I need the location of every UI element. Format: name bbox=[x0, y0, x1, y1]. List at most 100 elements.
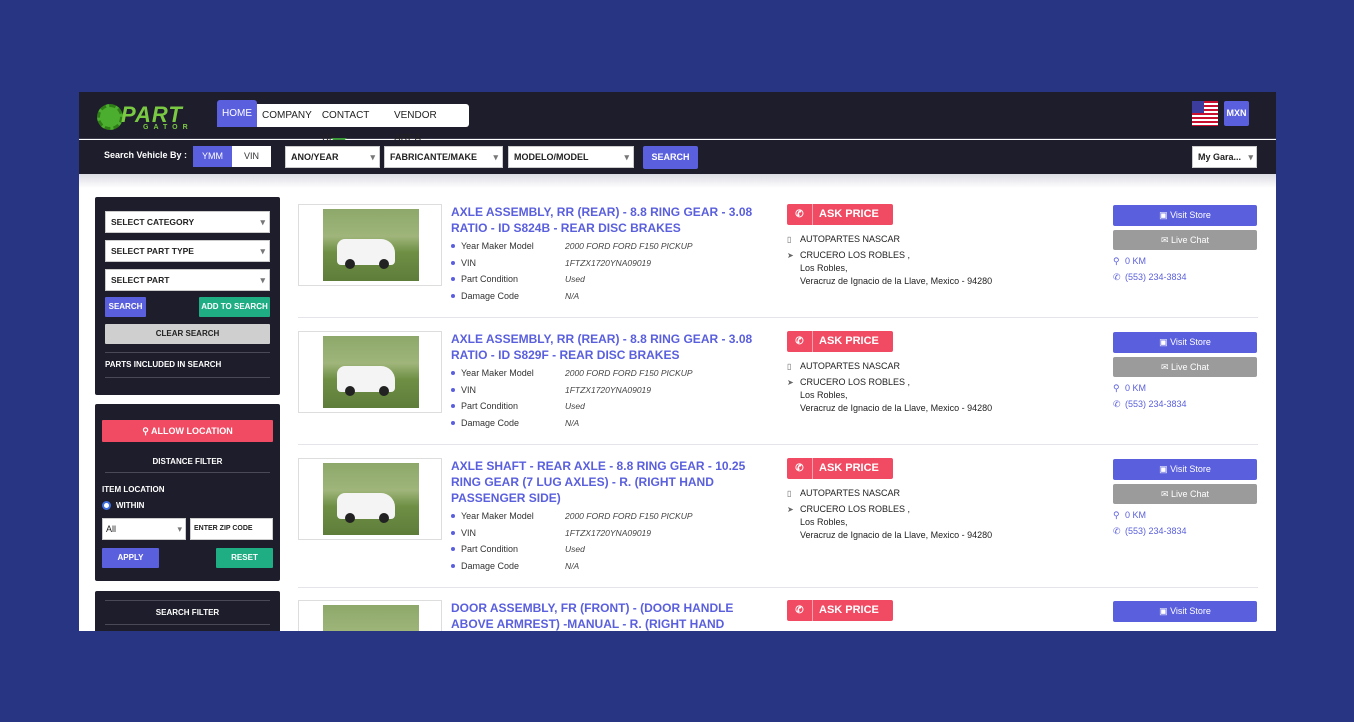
live-chat-button[interactable]: ✉ Live Chat bbox=[1113, 484, 1257, 504]
select-part-type[interactable]: SELECT PART TYPE bbox=[105, 240, 270, 262]
listing-title[interactable]: AXLE ASSEMBLY, RR (REAR) - 8.8 RING GEAR… bbox=[451, 331, 766, 363]
listing-title[interactable]: AXLE SHAFT - REAR AXLE - 8.8 RING GEAR -… bbox=[451, 458, 766, 506]
listing-title[interactable]: DOOR ASSEMBLY, FR (FRONT) - (DOOR HANDLE… bbox=[451, 600, 766, 631]
visit-store-button[interactable]: ▣ Visit Store bbox=[1113, 459, 1257, 480]
ask-price-label: ASK PRICE bbox=[819, 462, 879, 474]
distance-select[interactable]: All ▾ bbox=[102, 518, 186, 540]
spec-value: Used bbox=[565, 401, 585, 411]
within-radio[interactable] bbox=[102, 501, 111, 510]
address-line: Los Robles, bbox=[800, 517, 848, 527]
allow-location-button[interactable]: ⚲ ALLOW LOCATION bbox=[102, 420, 273, 442]
part-photo bbox=[323, 209, 419, 281]
model-select[interactable]: MODELO/MODEL bbox=[508, 146, 634, 168]
spec-value: 1FTZX1720YNA09019 bbox=[565, 528, 651, 538]
nav-contact-us[interactable]: CONTACT US bbox=[317, 104, 389, 144]
make-select[interactable]: FABRICANTE/MAKE bbox=[384, 146, 503, 168]
us-flag-icon[interactable] bbox=[1192, 101, 1218, 126]
ask-price-button[interactable]: ✆ ASK PRICE bbox=[787, 458, 893, 479]
reset-button[interactable]: RESET bbox=[216, 548, 273, 568]
spec-line: Damage Code N/A bbox=[451, 561, 579, 571]
distance-select-value: All bbox=[106, 524, 117, 534]
divider bbox=[105, 624, 270, 625]
ask-price-button[interactable]: ✆ ASK PRICE bbox=[787, 331, 893, 352]
listing-row: DOOR ASSEMBLY, FR (FRONT) - (DOOR HANDLE… bbox=[298, 600, 1258, 631]
spec-label: Damage Code bbox=[461, 291, 520, 301]
part-thumbnail[interactable] bbox=[298, 204, 442, 286]
chevron-down-icon: ▾ bbox=[177, 524, 182, 534]
spec-label: Damage Code bbox=[461, 561, 520, 571]
nav-company[interactable]: COMPANY bbox=[257, 104, 317, 127]
toggle-vin[interactable]: VIN bbox=[232, 146, 271, 167]
spec-line: Part Condition Used bbox=[451, 544, 585, 554]
parts-included-label: PARTS INCLUDED IN SEARCH bbox=[105, 360, 222, 369]
phone-line[interactable]: ✆ (553) 234-3834 bbox=[1113, 526, 1187, 537]
spec-line: VIN 1FTZX1720YNA09019 bbox=[451, 258, 651, 268]
visit-store-button[interactable]: ▣ Visit Store bbox=[1113, 205, 1257, 226]
address-line: CRUCERO LOS ROBLES , bbox=[800, 250, 911, 260]
search-filter-label: SEARCH FILTER bbox=[155, 608, 220, 617]
my-garage-select[interactable]: My Gara... bbox=[1192, 146, 1257, 168]
address-line: Los Robles, bbox=[800, 390, 848, 400]
phone-line[interactable]: ✆ (553) 234-3834 bbox=[1113, 272, 1187, 283]
apply-button[interactable]: APPLY bbox=[102, 548, 159, 568]
listing-row: AXLE SHAFT - REAR AXLE - 8.8 RING GEAR -… bbox=[298, 458, 1258, 588]
year-select[interactable]: ANO/YEAR bbox=[285, 146, 380, 168]
phone-icon: ✆ bbox=[787, 600, 813, 621]
item-location-label: ITEM LOCATION bbox=[102, 485, 165, 494]
toggle-ymm[interactable]: YMM bbox=[193, 146, 232, 167]
sidebar-search-button[interactable]: SEARCH bbox=[105, 297, 146, 317]
part-thumbnail[interactable] bbox=[298, 600, 442, 631]
address-line: Los Robles, bbox=[800, 263, 848, 273]
spec-value: Used bbox=[565, 274, 585, 284]
divider bbox=[105, 377, 270, 378]
part-thumbnail[interactable] bbox=[298, 331, 442, 413]
within-label: WITHIN bbox=[116, 501, 145, 510]
ask-price-button[interactable]: ✆ ASK PRICE bbox=[787, 204, 893, 225]
location-arrow-icon: ➤ bbox=[787, 378, 794, 387]
gear-icon bbox=[97, 104, 123, 130]
ask-price-button[interactable]: ✆ ASK PRICE bbox=[787, 600, 893, 621]
zip-code-input[interactable]: ENTER ZIP CODE bbox=[190, 518, 273, 540]
spec-line: Part Condition Used bbox=[451, 274, 585, 284]
spec-label: Year Maker Model bbox=[461, 241, 534, 251]
bullet-icon bbox=[451, 277, 455, 281]
divider bbox=[105, 600, 270, 601]
select-category[interactable]: SELECT CATEGORY bbox=[105, 211, 270, 233]
top-header: PART GATOR HOME COMPANY CONTACT US VENDO… bbox=[79, 92, 1276, 144]
add-to-search-button[interactable]: ADD TO SEARCH bbox=[199, 297, 270, 317]
spec-value: 2000 FORD FORD F150 PICKUP bbox=[565, 368, 693, 378]
part-photo bbox=[323, 336, 419, 408]
seller-name: AUTOPARTES NASCAR bbox=[800, 361, 901, 371]
distance-line: ⚲ 0 KM bbox=[1113, 256, 1146, 267]
spec-value: N/A bbox=[565, 561, 580, 571]
select-part[interactable]: SELECT PART bbox=[105, 269, 270, 291]
visit-store-label: Visit Store bbox=[1170, 210, 1211, 220]
phone-icon: ✆ bbox=[787, 331, 813, 352]
live-chat-label: Live Chat bbox=[1171, 489, 1210, 499]
logo-subtext: GATOR bbox=[143, 124, 193, 131]
live-chat-button[interactable]: ✉ Live Chat bbox=[1113, 357, 1257, 377]
store-icon: ▣ bbox=[1159, 337, 1171, 347]
bullet-icon bbox=[451, 294, 455, 298]
store-icon: ▣ bbox=[1159, 210, 1171, 220]
visit-store-label: Visit Store bbox=[1170, 337, 1211, 347]
visit-store-button[interactable]: ▣ Visit Store bbox=[1113, 601, 1257, 622]
visit-store-button[interactable]: ▣ Visit Store bbox=[1113, 332, 1257, 353]
part-thumbnail[interactable] bbox=[298, 458, 442, 540]
vehicle-search-button[interactable]: SEARCH bbox=[643, 146, 698, 169]
currency-button[interactable]: MXN bbox=[1224, 101, 1249, 126]
listing-title[interactable]: AXLE ASSEMBLY, RR (REAR) - 8.8 RING GEAR… bbox=[451, 204, 766, 236]
live-chat-button[interactable]: ✉ Live Chat bbox=[1113, 230, 1257, 250]
part-photo bbox=[323, 463, 419, 535]
clear-search-button[interactable]: CLEAR SEARCH bbox=[105, 324, 270, 344]
nav-home[interactable]: HOME bbox=[217, 100, 257, 127]
bullet-icon bbox=[451, 404, 455, 408]
phone-icon: ✆ bbox=[1113, 272, 1121, 282]
listing-row: AXLE ASSEMBLY, RR (REAR) - 8.8 RING GEAR… bbox=[298, 204, 1258, 318]
ask-price-label: ASK PRICE bbox=[819, 208, 879, 220]
ask-price-label: ASK PRICE bbox=[819, 335, 879, 347]
nav-vendor-area[interactable]: VENDOR AREA bbox=[389, 104, 469, 144]
phone-line[interactable]: ✆ (553) 234-3834 bbox=[1113, 399, 1187, 410]
distance-line: ⚲ 0 KM bbox=[1113, 383, 1146, 394]
partgator-logo[interactable]: PART GATOR bbox=[97, 102, 201, 132]
